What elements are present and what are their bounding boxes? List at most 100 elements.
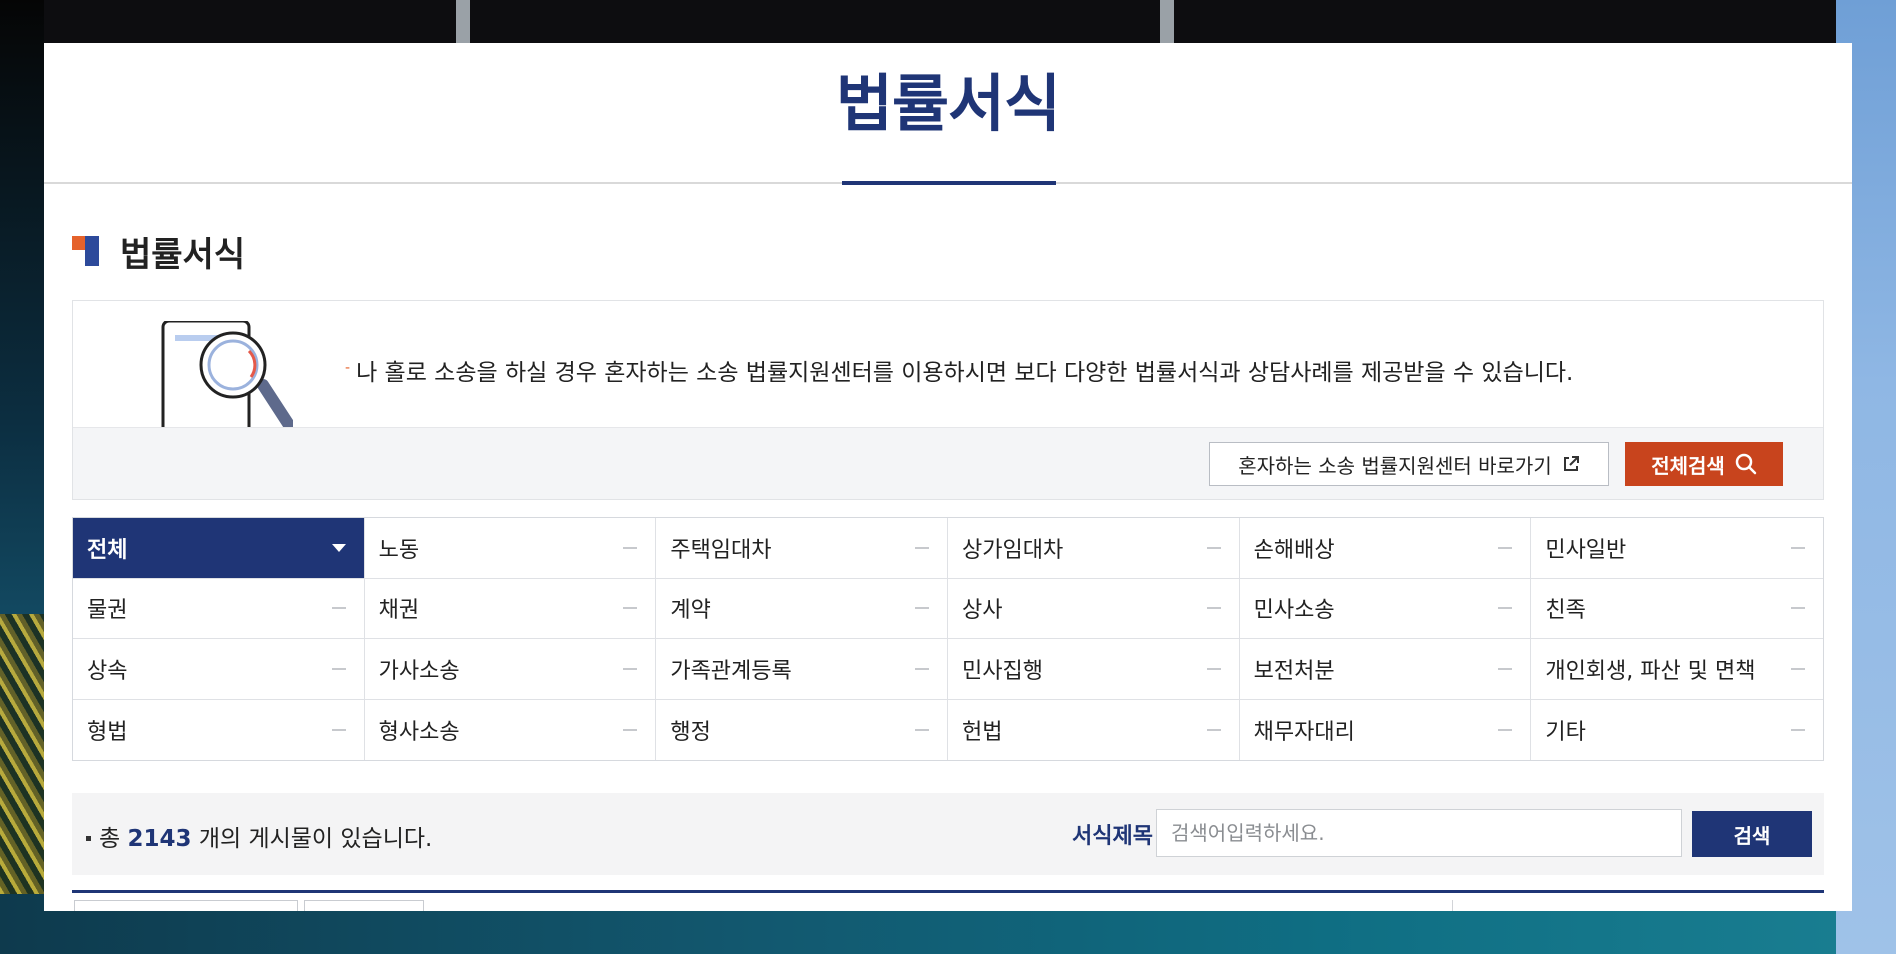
minus-icon [1206, 667, 1221, 670]
minus-icon [914, 728, 929, 731]
minus-icon [623, 667, 638, 670]
category-label: 채권 [378, 598, 420, 624]
category-item[interactable]: 상속 [73, 639, 365, 700]
category-item[interactable]: 채권 [364, 578, 657, 639]
minus-icon [1206, 546, 1221, 549]
intro-box: -나 홀로 소송을 하실 경우 혼자하는 소송 법률지원센터를 이용하시면 보다… [72, 300, 1824, 500]
category-label: 형사소송 [378, 719, 460, 745]
minus-icon [1498, 546, 1513, 549]
category-label: 보전처분 [1253, 658, 1335, 684]
category-label: 형법 [87, 719, 128, 745]
list-header-cell [74, 900, 298, 911]
category-item[interactable]: 민사소송 [1239, 578, 1532, 639]
page-title: 법률서식 [835, 67, 1061, 140]
total-prefix: 총 [99, 826, 121, 852]
minus-icon [1498, 667, 1513, 670]
search-button[interactable]: 검색 [1692, 811, 1812, 857]
category-item[interactable]: 헌법 [947, 699, 1240, 760]
category-item[interactable]: 민사일반 [1531, 518, 1823, 579]
category-item[interactable]: 민사집행 [947, 639, 1240, 700]
category-label: 상속 [87, 658, 128, 684]
search-bar: 총 2143 개의 게시물이 있습니다. 서식제목 검색 [72, 793, 1824, 875]
minus-icon [914, 546, 929, 549]
category-item[interactable]: 친족 [1531, 578, 1823, 639]
category-item[interactable]: 보전처분 [1239, 639, 1532, 700]
category-item[interactable]: 개인회생, 파산 및 면책 [1531, 639, 1823, 700]
minus-icon [1790, 728, 1805, 731]
minus-icon [1790, 546, 1805, 549]
category-item[interactable]: 채무자대리 [1239, 699, 1532, 760]
category-item[interactable]: 주택임대차 [656, 518, 948, 579]
category-label: 가족관계등록 [670, 658, 792, 684]
category-item[interactable]: 기타 [1531, 699, 1823, 760]
title-underline [842, 181, 1056, 185]
legal-support-center-link-button[interactable]: 혼자하는 소송 법률지원센터 바로가기 [1209, 442, 1609, 486]
search-icon [1735, 453, 1757, 475]
content-panel: 법률서식 법률서식 -나 홀로 소송을 하실 경우 혼자하는 소송 법률지원센터… [44, 43, 1852, 911]
form-title-label: 서식제목 [1072, 824, 1153, 849]
section-title: 법률서식 [120, 234, 246, 275]
section-mark-icon [72, 236, 102, 266]
category-label: 가사소송 [378, 658, 460, 684]
total-count: 2143 [127, 826, 192, 852]
category-item[interactable]: 가족관계등록 [656, 639, 948, 700]
minus-icon [623, 546, 638, 549]
total-suffix: 개의 게시물이 있습니다. [198, 826, 433, 852]
category-item[interactable]: 행정 [656, 699, 948, 760]
minus-icon [914, 607, 929, 610]
caret-down-icon [331, 543, 346, 552]
minus-icon [1790, 607, 1805, 610]
total-count-text: 총 2143 개의 게시물이 있습니다. [86, 819, 432, 853]
minus-icon [623, 728, 638, 731]
category-label: 개인회생, 파산 및 면책 [1545, 658, 1756, 684]
category-item[interactable]: 노동 [364, 518, 657, 579]
category-label: 물권 [87, 598, 128, 624]
category-label: 민사일반 [1545, 537, 1627, 563]
category-label: 주택임대차 [670, 537, 772, 563]
document-magnifier-icon [161, 321, 293, 427]
intro-actions: 혼자하는 소송 법률지원센터 바로가기 전체검색 [73, 427, 1823, 499]
intro-description: -나 홀로 소송을 하실 경우 혼자하는 소송 법률지원센터를 이용하시면 보다… [345, 360, 1574, 386]
category-item[interactable]: 계약 [656, 578, 948, 639]
category-item[interactable]: 형사소송 [364, 699, 657, 760]
category-label: 민사집행 [961, 658, 1043, 684]
search-all-button[interactable]: 전체검색 [1625, 442, 1783, 486]
category-label: 상가임대차 [961, 537, 1064, 563]
category-label: 계약 [670, 598, 711, 624]
category-label: 채무자대리 [1253, 719, 1355, 745]
minus-icon [331, 667, 346, 670]
category-label: 노동 [378, 537, 420, 563]
intro-top: -나 홀로 소송을 하실 경우 혼자하는 소송 법률지원센터를 이용하시면 보다… [73, 301, 1823, 427]
category-label: 헌법 [961, 719, 1003, 745]
minus-icon [1790, 667, 1805, 670]
section-header: 법률서식 [72, 231, 245, 275]
list-header-cell [304, 900, 424, 911]
list-top-border [72, 890, 1824, 893]
minus-icon [1206, 607, 1221, 610]
category-label: 상사 [961, 598, 1003, 624]
category-item[interactable]: 전체 [73, 518, 365, 579]
category-item[interactable]: 형법 [73, 699, 365, 760]
category-item[interactable]: 상사 [947, 578, 1240, 639]
list-header-divider [1452, 900, 1453, 911]
minus-icon [623, 607, 638, 610]
minus-icon [331, 728, 346, 731]
category-item[interactable]: 손해배상 [1239, 518, 1532, 579]
background-post [456, 0, 470, 44]
search-input[interactable] [1156, 809, 1682, 857]
background-post [1160, 0, 1174, 44]
external-link-icon [1563, 456, 1579, 471]
minus-icon [1498, 728, 1513, 731]
intro-text: 나 홀로 소송을 하실 경우 혼자하는 소송 법률지원센터를 이용하시면 보다 … [356, 360, 1574, 386]
category-item[interactable]: 상가임대차 [947, 518, 1240, 579]
search-all-label: 전체검색 [1651, 453, 1725, 478]
category-item[interactable]: 가사소송 [364, 639, 657, 700]
minus-icon [1498, 607, 1513, 610]
category-item[interactable]: 물권 [73, 578, 365, 639]
minus-icon [1206, 728, 1221, 731]
minus-icon [331, 607, 346, 610]
legal-support-center-link-label: 혼자하는 소송 법률지원센터 바로가기 [1238, 453, 1552, 478]
category-label: 손해배상 [1253, 537, 1335, 563]
category-label: 민사소송 [1253, 598, 1335, 624]
category-label: 행정 [670, 719, 711, 745]
